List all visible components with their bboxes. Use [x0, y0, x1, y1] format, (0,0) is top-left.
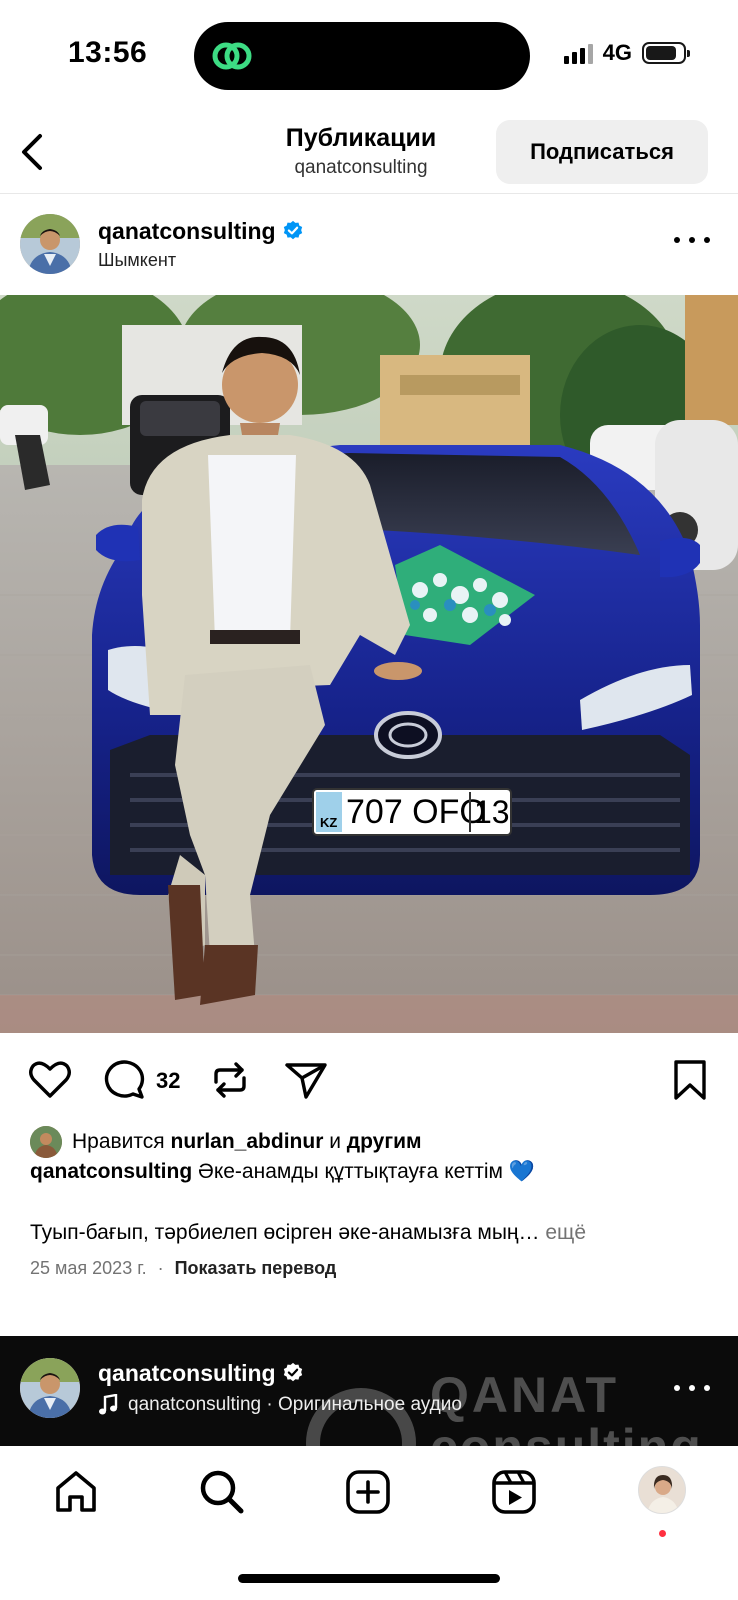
post-username[interactable]: qanatconsulting [98, 218, 304, 245]
chevron-left-icon[interactable] [14, 128, 54, 176]
caption-more-link[interactable]: ещё [545, 1221, 586, 1244]
caption-body: Туып-бағып, тәрбиелеп өсірген әке-анамыз… [30, 1218, 720, 1248]
avatar[interactable] [20, 1358, 80, 1418]
status-bar: 13:56 4G [0, 0, 738, 100]
status-indicators: 4G [563, 40, 690, 66]
caption-username[interactable]: qanatconsulting [30, 1160, 192, 1183]
post-date: 25 мая 2023 г. [30, 1258, 147, 1278]
next-post-audio[interactable]: qanatconsulting · Оригинальное аудио [98, 1394, 462, 1416]
more-options-icon[interactable] [674, 232, 710, 248]
comment-icon[interactable] [100, 1056, 148, 1104]
caption-body-text: Туып-бағып, тәрбиелеп өсірген әке-анамыз… [30, 1221, 540, 1244]
signal-icon [563, 42, 593, 64]
post-location[interactable]: Шымкент [98, 250, 176, 271]
post-meta: 25 мая 2023 г. · Показать перевод [30, 1258, 336, 1279]
plate-region: 13 [474, 794, 510, 830]
more-options-icon[interactable] [674, 1380, 710, 1396]
post-header: qanatconsulting Шымкент [0, 210, 738, 280]
subscribe-button[interactable]: Подписаться [496, 120, 708, 184]
profile-avatar[interactable] [638, 1466, 686, 1514]
likes-others[interactable]: другим [347, 1130, 422, 1154]
heart-icon[interactable] [26, 1056, 74, 1104]
avatar[interactable] [20, 214, 80, 274]
notification-dot [659, 1530, 666, 1537]
likes-prefix: Нравится [72, 1130, 165, 1153]
meta-separator: · [157, 1258, 164, 1278]
next-post-username[interactable]: qanatconsulting [98, 1360, 304, 1387]
post-action-bar: 32 [0, 1048, 738, 1108]
translate-link[interactable]: Показать перевод [175, 1258, 337, 1278]
home-indicator [238, 1574, 500, 1583]
caption-text: Әке-анамды құттықтауға кеттім 💙 [198, 1160, 535, 1183]
home-icon[interactable] [50, 1466, 102, 1518]
likes-summary[interactable]: Нравится nurlan_abdinur и другим [30, 1125, 720, 1159]
threads-icon [212, 42, 252, 70]
music-note-icon [99, 1394, 118, 1415]
plate-number: 707 OFO [346, 793, 486, 831]
create-icon[interactable] [342, 1466, 394, 1518]
post-photo[interactable]: KZ 707 OFO 13 [0, 295, 738, 1033]
reels-icon[interactable] [488, 1466, 540, 1518]
likes-joiner: и [329, 1130, 341, 1153]
battery-icon [642, 42, 690, 64]
dynamic-island [194, 22, 530, 90]
bottom-tab-bar [0, 1446, 738, 1600]
search-icon[interactable] [196, 1466, 248, 1518]
liker-avatar [30, 1126, 62, 1158]
verified-badge-icon [283, 1362, 302, 1382]
plate-country: KZ [320, 815, 337, 830]
caption: qanatconsulting Әке-анамды құттықтауға к… [30, 1156, 720, 1188]
share-icon[interactable] [282, 1056, 330, 1104]
liker-username[interactable]: nurlan_abdinur [171, 1130, 324, 1154]
audio-label: qanatconsulting · Оригинальное аудио [128, 1394, 462, 1415]
bookmark-icon[interactable] [666, 1056, 714, 1104]
comment-count[interactable]: 32 [156, 1068, 180, 1094]
next-post-header: QANAT consulting qanatconsulting qanatco… [0, 1336, 738, 1446]
verified-badge-icon [283, 220, 302, 240]
nav-header: Публикации qanatconsulting Подписаться [0, 110, 738, 194]
repost-icon[interactable] [206, 1056, 254, 1104]
network-type: 4G [602, 40, 632, 65]
status-time: 13:56 [68, 36, 148, 69]
